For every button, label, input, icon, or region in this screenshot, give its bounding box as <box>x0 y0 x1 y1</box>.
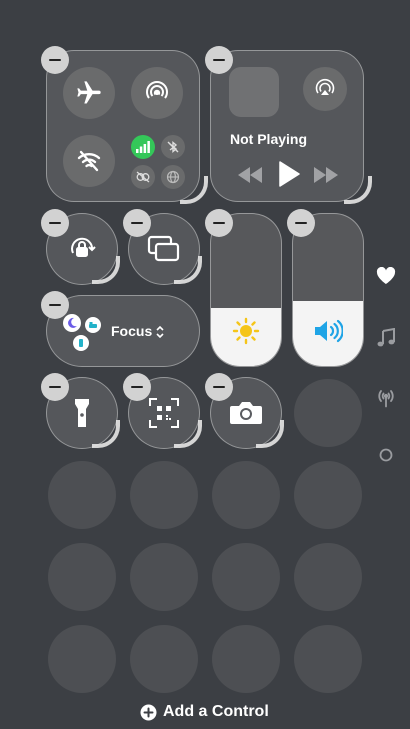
remove-orientation-lock-button[interactable] <box>41 209 69 237</box>
cellular-signal-icon <box>136 141 150 153</box>
remove-code-scanner-button[interactable] <box>123 373 151 401</box>
bed-icon <box>85 317 101 333</box>
empty-control-slot[interactable] <box>130 461 198 529</box>
connectivity-page-indicator[interactable] <box>372 386 400 410</box>
empty-control-slot[interactable] <box>130 625 198 693</box>
add-control-label: Add a Control <box>163 703 269 720</box>
work-icon <box>73 335 89 351</box>
next-track-button[interactable] <box>311 163 341 187</box>
airdrop-icon <box>146 81 168 99</box>
remove-now-playing-button[interactable] <box>205 46 233 74</box>
play-button[interactable] <box>275 159 303 189</box>
previous-track-button[interactable] <box>235 163 265 187</box>
music-page-indicator[interactable] <box>372 326 400 350</box>
airplane-mode-button[interactable] <box>63 67 115 119</box>
plus-circle-icon <box>140 704 157 720</box>
remove-camera-button[interactable] <box>205 373 233 401</box>
bluetooth-button[interactable] <box>161 135 185 159</box>
hotspot-off-icon <box>136 171 150 183</box>
circle-icon <box>379 448 393 462</box>
remove-connectivity-button[interactable] <box>41 46 69 74</box>
remove-focus-button[interactable] <box>41 291 69 319</box>
speaker-icon-wrap <box>293 316 363 346</box>
empty-control-slot[interactable] <box>294 543 362 611</box>
empty-control-slot[interactable] <box>48 625 116 693</box>
empty-control-slot[interactable] <box>294 379 362 447</box>
cellular-button[interactable] <box>131 135 155 159</box>
resize-handle[interactable] <box>180 176 208 204</box>
empty-control-slot[interactable] <box>294 461 362 529</box>
globe-icon <box>166 170 180 184</box>
heart-icon <box>376 267 396 284</box>
connectivity-module[interactable] <box>46 50 200 202</box>
focus-button[interactable]: Focus <box>46 295 200 367</box>
bluetooth-off-icon <box>167 141 179 153</box>
now-playing-status: Not Playing <box>230 131 308 147</box>
empty-control-slot[interactable] <box>130 543 198 611</box>
empty-control-slot[interactable] <box>212 461 280 529</box>
fast-forward-icon <box>314 167 338 183</box>
empty-control-slot[interactable] <box>212 625 280 693</box>
music-icon <box>377 328 395 347</box>
empty-control-slot[interactable] <box>212 543 280 611</box>
remove-screen-mirroring-button[interactable] <box>123 209 151 237</box>
rewind-icon <box>238 167 262 183</box>
airplay-icon <box>315 78 335 95</box>
focus-icons-cluster <box>59 312 105 352</box>
airplane-icon <box>77 81 101 104</box>
antenna-icon <box>378 390 394 408</box>
play-icon <box>279 161 300 187</box>
sun-icon <box>232 317 260 345</box>
wifi-off-icon <box>77 150 101 172</box>
remove-brightness-button[interactable] <box>205 209 233 237</box>
now-playing-module[interactable]: Not Playing <box>210 50 364 202</box>
chevron-up-down-icon <box>156 325 164 339</box>
remove-volume-button[interactable] <box>287 209 315 237</box>
favorites-page-indicator[interactable] <box>372 264 400 288</box>
focus-label: Focus <box>111 323 153 339</box>
empty-page-indicator[interactable] <box>372 443 400 467</box>
speaker-icon <box>315 319 343 343</box>
moon-icon <box>63 314 81 332</box>
airplay-button[interactable] <box>303 67 347 111</box>
resize-handle[interactable] <box>344 176 372 204</box>
remove-flashlight-button[interactable] <box>41 373 69 401</box>
add-control-button[interactable]: Add a Control <box>140 700 269 724</box>
album-artwork-placeholder <box>229 67 279 117</box>
personal-hotspot-button[interactable] <box>131 165 155 189</box>
wifi-button[interactable] <box>63 135 115 187</box>
empty-control-slot[interactable] <box>48 461 116 529</box>
flashlight-icon <box>74 398 89 427</box>
empty-control-slot[interactable] <box>48 543 116 611</box>
sun-icon-wrap <box>211 316 281 346</box>
airdrop-button[interactable] <box>131 67 183 119</box>
empty-control-slot[interactable] <box>294 625 362 693</box>
